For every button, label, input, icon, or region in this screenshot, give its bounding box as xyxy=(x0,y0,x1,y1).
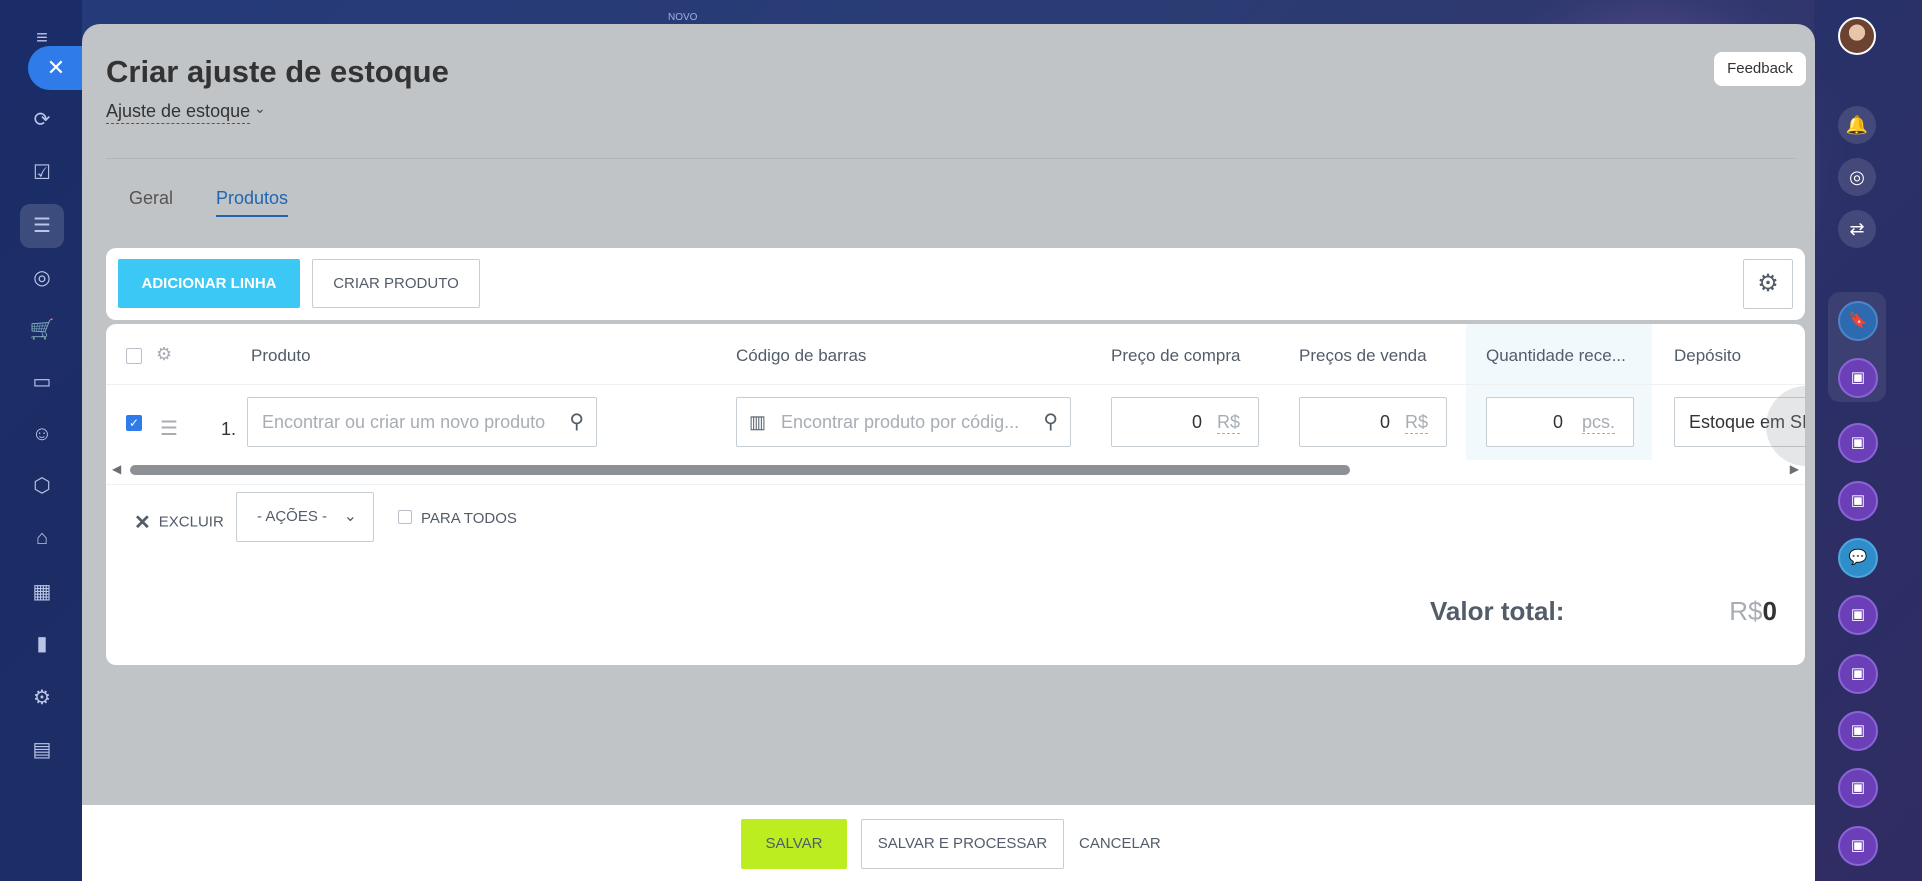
footer-bar: SALVAR SALVAR E PROCESSAR CANCELAR xyxy=(82,805,1815,881)
box-icon[interactable]: ⬡ xyxy=(28,472,56,500)
gear-icon[interactable]: ⚙ xyxy=(156,344,172,365)
close-icon: ✕ xyxy=(46,55,66,80)
chevron-down-icon: ⌄ xyxy=(343,508,357,525)
contact-app-icon[interactable]: ▣ xyxy=(1838,768,1878,808)
product-search-input[interactable]: Encontrar ou criar um novo produto ⚲ xyxy=(247,397,597,447)
column-header-quantity[interactable]: Quantidade rece... xyxy=(1486,344,1626,368)
chart-icon[interactable]: ▮ xyxy=(28,630,56,658)
close-slider-button[interactable]: ✕ xyxy=(28,46,84,90)
feedback-button[interactable]: Feedback xyxy=(1714,52,1806,86)
header-divider xyxy=(106,384,1805,385)
chat-app-icon[interactable]: 💬 xyxy=(1838,538,1878,578)
stock-adjustment-panel: Criar ajuste de estoque Ajuste de estoqu… xyxy=(82,24,1815,881)
drag-handle-icon[interactable]: ☰ xyxy=(160,416,178,441)
target-icon[interactable]: ◎ xyxy=(28,264,56,292)
column-header-warehouse[interactable]: Depósito xyxy=(1674,344,1741,368)
settings-icon[interactable]: ⚙ xyxy=(28,684,56,712)
product-toolbar: ADICIONAR LINHA CRIAR PRODUTO ⚙ xyxy=(106,248,1805,320)
purchase-price-currency[interactable]: R$ xyxy=(1216,411,1240,434)
scroll-left-arrow-icon[interactable]: ◀ xyxy=(112,462,121,476)
sale-price-input[interactable]: 0 R$ xyxy=(1299,397,1447,447)
close-icon: ✕ xyxy=(134,512,151,534)
page-title: Criar ajuste de estoque xyxy=(106,54,449,89)
column-header-barcode[interactable]: Código de barras xyxy=(736,344,866,368)
quantity-value: 0 xyxy=(1552,412,1563,432)
bell-icon[interactable]: 🔔 xyxy=(1838,106,1876,144)
tab-produtos[interactable]: Produtos xyxy=(216,188,289,217)
column-header-sale-price[interactable]: Preços de venda xyxy=(1299,344,1427,368)
document-icon[interactable]: ▤ xyxy=(28,736,56,764)
create-product-button[interactable]: CRIAR PRODUTO xyxy=(312,259,480,308)
save-and-process-button[interactable]: SALVAR E PROCESSAR xyxy=(861,819,1064,869)
table-bottom-divider xyxy=(106,484,1805,485)
cancel-button[interactable]: CANCELAR xyxy=(1079,819,1161,869)
column-header-purchase-price[interactable]: Preço de compra xyxy=(1111,344,1240,368)
total-amount: 0 xyxy=(1762,596,1777,626)
delete-label: EXCLUIR xyxy=(158,513,224,531)
purchase-price-value: 0 xyxy=(1191,412,1202,432)
document-type-selector[interactable]: Ajuste de estoque xyxy=(106,101,251,124)
avatar[interactable] xyxy=(1838,17,1876,55)
table-settings-button[interactable]: ⚙ xyxy=(1743,259,1793,309)
contact-app-icon[interactable]: ▣ xyxy=(1838,358,1878,398)
purchase-price-input[interactable]: 0 R$ xyxy=(1111,397,1259,447)
card-icon[interactable]: ▭ xyxy=(28,368,56,396)
add-line-button[interactable]: ADICIONAR LINHA xyxy=(118,259,300,308)
barcode-search-placeholder: Encontrar produto por códig... xyxy=(781,412,1020,432)
save-button[interactable]: SALVAR xyxy=(741,819,847,869)
horizontal-scrollbar[interactable]: ◀ ▶ xyxy=(106,460,1805,476)
calendar-icon[interactable]: ▦ xyxy=(28,578,56,606)
contact-app-icon[interactable]: ▣ xyxy=(1838,711,1878,751)
quantity-input[interactable]: 0 pcs. xyxy=(1486,397,1634,447)
barcode-search-input[interactable]: ▥ Encontrar produto por códig... ⚲ xyxy=(736,397,1071,447)
row-number: 1. xyxy=(221,419,237,439)
contact-app-icon[interactable]: ▣ xyxy=(1838,826,1878,866)
new-badge: NOVO xyxy=(668,12,698,23)
cart-icon[interactable]: 🛒 xyxy=(28,316,56,344)
contact-app-icon[interactable]: ▣ xyxy=(1838,595,1878,635)
spiral-icon[interactable]: ◎ xyxy=(1838,158,1876,196)
funnel-icon[interactable]: ☰ xyxy=(20,204,64,248)
total-value: R$0 xyxy=(1729,596,1777,627)
for-all-label[interactable]: PARA TODOS xyxy=(421,510,517,527)
tab-geral[interactable]: Geral xyxy=(129,188,173,209)
chevron-down-icon[interactable]: ⌄ xyxy=(254,100,266,117)
search-icon[interactable]: ⚲ xyxy=(569,398,584,446)
column-header-product[interactable]: Produto xyxy=(251,344,311,368)
sale-price-value: 0 xyxy=(1379,412,1390,432)
delete-button[interactable]: ✕ EXCLUIR xyxy=(134,510,224,535)
left-sidebar: ≡ ⟳ ☑ ☰ ◎ 🛒 ▭ ☺ ⬡ ⌂ ▦ ▮ ⚙ ▤ xyxy=(0,0,82,881)
scroll-right-arrow-icon[interactable]: ▶ xyxy=(1790,462,1799,476)
bookmark-app-icon[interactable]: 🔖 xyxy=(1838,301,1878,341)
search-icon[interactable]: ⚲ xyxy=(1043,398,1058,446)
contact-app-icon[interactable]: ▣ xyxy=(1838,423,1878,463)
sale-price-currency[interactable]: R$ xyxy=(1404,411,1428,434)
contact-app-icon[interactable]: ▣ xyxy=(1838,481,1878,521)
select-all-checkbox[interactable] xyxy=(126,348,142,364)
barcode-icon: ▥ xyxy=(749,412,767,432)
gear-icon: ⚙ xyxy=(1757,270,1779,297)
robot-icon[interactable]: ☺ xyxy=(28,420,56,448)
sync-icon[interactable]: ⇄ xyxy=(1838,210,1876,248)
tasks-icon[interactable]: ☑ xyxy=(28,159,56,187)
product-search-placeholder: Encontrar ou criar um novo produto xyxy=(262,412,546,432)
actions-label: - AÇÕES - xyxy=(257,508,328,525)
total-label: Valor total: xyxy=(1430,596,1565,626)
total-currency: R$ xyxy=(1729,596,1763,626)
warehouse-icon[interactable]: ⌂ xyxy=(28,524,56,552)
divider xyxy=(106,158,1796,159)
row-checkbox[interactable]: ✓ xyxy=(126,415,142,431)
scrollbar-thumb[interactable] xyxy=(130,465,1350,475)
actions-dropdown[interactable]: - AÇÕES - ⌄ xyxy=(236,492,374,542)
quantity-unit[interactable]: pcs. xyxy=(1581,411,1615,434)
for-all-checkbox[interactable] xyxy=(398,510,412,524)
contact-app-icon[interactable]: ▣ xyxy=(1838,654,1878,694)
products-table-card: ⚙ Produto Código de barras Preço de comp… xyxy=(106,324,1805,665)
workflow-icon[interactable]: ⟳ xyxy=(28,106,56,134)
